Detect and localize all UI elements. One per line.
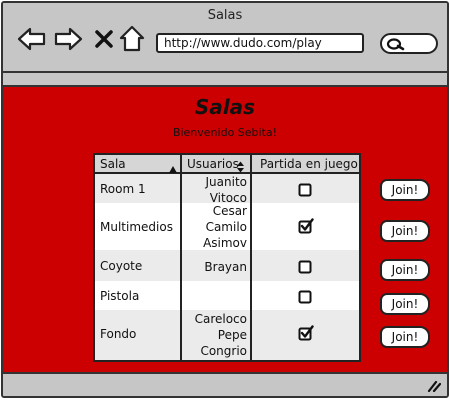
game-checkbox[interactable] <box>298 289 312 308</box>
search-icon <box>386 38 405 51</box>
resize-grip-icon[interactable] <box>427 377 442 396</box>
room-users: Careloco Pepe Congrio <box>183 311 247 359</box>
user-name: Brayan <box>204 260 247 274</box>
arrow-right-icon[interactable] <box>53 27 83 55</box>
room-name: Fondo <box>100 327 137 341</box>
table-header: Sala Usuarios Partida en juego <box>95 155 359 174</box>
header-users[interactable]: Usuarios <box>187 157 239 171</box>
game-checkbox[interactable] <box>298 182 312 201</box>
home-icon[interactable] <box>119 25 145 57</box>
room-name: Room 1 <box>100 182 146 196</box>
user-name: Pepe <box>217 328 247 342</box>
user-name: Asimov <box>203 236 247 250</box>
user-name: Camilo <box>205 220 247 234</box>
page-title: Salas <box>194 95 256 119</box>
game-checkbox[interactable] <box>298 325 314 345</box>
game-checkbox[interactable] <box>298 218 314 238</box>
join-button-coyote[interactable]: Join! <box>380 259 430 281</box>
room-users: Brayan <box>183 259 247 275</box>
user-name: Careloco <box>194 312 247 326</box>
join-button-fondo[interactable]: Join! <box>380 326 430 348</box>
status-bar <box>3 377 447 396</box>
browser-window: Salas http://www.dudo.com/play Salas Bie… <box>1 1 449 398</box>
room-name: Pistola <box>100 289 140 303</box>
join-button-pistola[interactable]: Join! <box>380 293 430 315</box>
room-name: Coyote <box>100 259 143 273</box>
user-name: Juanito <box>205 175 247 189</box>
user-name: Cesar <box>212 204 247 218</box>
rooms-table: Sala Usuarios Partida en juego Room 1 Ju… <box>93 153 361 362</box>
header-game[interactable]: Partida en juego <box>260 157 358 171</box>
user-name: Congrio <box>200 344 247 358</box>
welcome-message: Bienvenido Sebita! <box>172 126 278 139</box>
url-input[interactable]: http://www.dudo.com/play <box>156 33 364 53</box>
close-icon[interactable] <box>94 29 114 53</box>
room-users: Cesar Camilo Asimov <box>183 203 247 251</box>
browser-titlebar: Salas http://www.dudo.com/play <box>3 3 447 73</box>
column-divider <box>180 155 182 360</box>
column-divider <box>250 155 252 360</box>
page-content: Salas Bienvenido Sebita! Sala Usuarios P… <box>3 85 447 374</box>
header-room[interactable]: Sala <box>100 157 126 171</box>
room-name: Multimedios <box>100 220 173 234</box>
room-users: Juanito Vitoco <box>183 174 247 206</box>
search-input[interactable] <box>380 33 438 54</box>
arrow-left-icon[interactable] <box>17 27 47 55</box>
sort-up-icon[interactable] <box>168 159 178 178</box>
join-button-room-1[interactable]: Join! <box>380 179 430 201</box>
game-checkbox[interactable] <box>298 259 312 278</box>
join-button-multimedios[interactable]: Join! <box>380 220 430 242</box>
window-title: Salas <box>207 8 243 23</box>
